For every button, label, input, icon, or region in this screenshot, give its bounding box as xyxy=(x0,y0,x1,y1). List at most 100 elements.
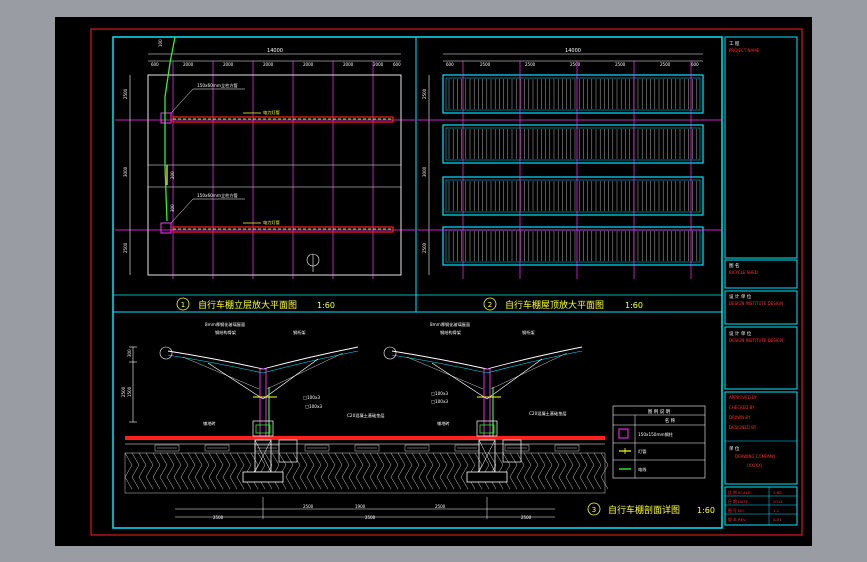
glass-panel xyxy=(442,74,704,114)
section-note: 钢结构骨架 xyxy=(215,329,236,336)
plan2-bay-dim: 2500 xyxy=(525,62,536,67)
tb-project-value: PROJECT NAME xyxy=(729,48,760,53)
section3-scale: 1:60 xyxy=(697,506,715,515)
plan1-bay-dim: 2000 xyxy=(343,62,354,67)
plan1-title: 1 自行车棚立层放大平面图 1:60 xyxy=(176,297,335,311)
section-note: 8mm厚钢化玻璃屋面 xyxy=(430,321,470,328)
legend-label: 电线 xyxy=(638,466,647,472)
plan1-bay-dim: 600 xyxy=(393,62,401,67)
tb-info-key: 日 期 DATE xyxy=(728,499,748,504)
section-note: 钢结构骨架 xyxy=(440,329,461,336)
legend-label: 灯管 xyxy=(638,448,646,455)
drawing-sheet: 14000 600 2000 2000 2000 2000 2000 2000 … xyxy=(55,17,812,546)
plan2-title: 2 自行车棚屋顶放大平面图 1:60 xyxy=(483,297,643,311)
plan1-side-dim: 3000 xyxy=(123,166,128,177)
ground-label: 铺地砖 xyxy=(203,420,216,427)
canopy-structure-left xyxy=(159,346,359,519)
tb-info-val: 2014 xyxy=(773,499,783,504)
plan2-bay-dim: 600 xyxy=(446,62,454,67)
plan2-overall-dim: 14000 xyxy=(565,48,581,54)
tb-sign-row: CHECKED BY xyxy=(729,405,755,410)
plan2-title-text: 自行车棚屋顶放大平面图 xyxy=(505,299,604,311)
legend-header: 名 称 xyxy=(665,417,676,424)
tb-sign-row: APPROVED BY xyxy=(729,395,758,400)
tb-company-sub: (XX/XX) xyxy=(747,463,763,468)
section-note: C20混凝土基础垫层 xyxy=(347,412,385,419)
frame-border xyxy=(112,36,723,529)
plan1-scale: 1:60 xyxy=(317,301,335,310)
tb-sign-row: DESIGNED BY xyxy=(729,425,757,430)
svg-text:2: 2 xyxy=(488,301,492,309)
plan1-bay-dim: 2000 xyxy=(263,62,274,67)
roof-glass-panels xyxy=(442,74,704,266)
plan1-pipe-note: 150x60mm立柱方管 xyxy=(197,192,238,199)
section-bottom-dim: 2500 xyxy=(303,504,314,509)
plan1-bay-dim: 600 xyxy=(151,62,159,67)
section-left-dim: 2500 xyxy=(121,386,126,397)
plan1-overall-dim: 14000 xyxy=(267,48,283,54)
plan2-bay-dim: 600 xyxy=(691,62,699,67)
tb-drawing-label: 图 名 xyxy=(729,262,739,269)
green-wire xyxy=(164,36,176,222)
tb-project-label: 工 程 xyxy=(729,40,740,47)
section-bottom-dim: 1900 xyxy=(355,504,366,509)
section3-title-text: 自行车棚剖面详图 xyxy=(608,504,680,516)
section-left-dim: 300 xyxy=(127,349,132,357)
section-note: □100x3 xyxy=(305,404,322,409)
section-note: C20混凝土基础垫层 xyxy=(529,410,567,417)
plan1-side-dim: 2500 xyxy=(123,242,128,253)
plan1-small-dim: 100 xyxy=(158,39,163,47)
tb-design-value: DESIGN INSTITUTE DESIGN xyxy=(729,301,783,306)
plan2-side-dim: 2500 xyxy=(422,88,427,99)
plan2-side-dim: 2500 xyxy=(422,242,427,253)
section-bottom-dim: 2500 xyxy=(213,515,224,520)
tb-company-value: DRAWING COMPANY xyxy=(735,454,776,459)
tb-design-label: 设 计 单 位 xyxy=(729,330,752,337)
tb-info-key: 图 号 NO. xyxy=(728,508,745,513)
plan1-small-dim: 200 xyxy=(170,171,175,179)
plan2-bay-dim: 2500 xyxy=(660,62,671,67)
plan1-side-dim: 2500 xyxy=(123,88,128,99)
tb-info-val: 1-1 xyxy=(773,508,780,513)
plan1-bay-dim: 2000 xyxy=(223,62,234,67)
column-square-icon xyxy=(618,428,629,439)
section-note: 钢桁架 xyxy=(522,329,535,336)
plan-2-roof: 14000 600 2500 2500 2500 2500 2500 600 2… xyxy=(417,48,722,279)
plan-1-floor: 14000 600 2000 2000 2000 2000 2000 2000 … xyxy=(115,36,415,279)
section-bottom-dim: 2500 xyxy=(521,515,532,520)
outer-border xyxy=(90,28,803,536)
tb-design-label: 设 计 单 位 xyxy=(729,293,752,300)
section-note: □100x3 xyxy=(431,391,448,396)
plan2-scale: 1:60 xyxy=(625,301,643,310)
plan1-pipe-note: 150x60mm立柱方管 xyxy=(197,82,238,89)
tb-drawing-value: BICYCLE SHED xyxy=(729,270,758,275)
section-bottom-dim: 2500 xyxy=(435,504,446,509)
tb-company-label: 单 位 xyxy=(729,445,740,452)
tb-info-key: 版 本 REV. xyxy=(728,517,746,522)
glass-panel xyxy=(442,124,704,164)
glass-panel xyxy=(442,226,704,266)
plan1-title-text: 自行车棚立层放大平面图 xyxy=(198,299,297,311)
legend-label: 150x150mm钢柱 xyxy=(638,431,674,438)
tb-design-value: DESIGN INSTITUTE DESIGN xyxy=(729,338,783,343)
svg-text:1: 1 xyxy=(181,301,185,309)
section-left-dim: 1500 xyxy=(127,386,132,397)
cad-drawing: 14000 600 2000 2000 2000 2000 2000 2000 … xyxy=(90,28,803,536)
section3-title: 3 自行车棚剖面详图 1:60 xyxy=(587,502,715,516)
soil-labels xyxy=(154,444,580,452)
column-square-icon xyxy=(160,222,172,234)
plan2-bay-dim: 2500 xyxy=(615,62,626,67)
tb-sign-row: DRAWN BY xyxy=(729,415,751,420)
section-3-detail: 300 1500 2500 8mm厚钢化玻璃屋面 钢结构骨架 钢桁架 8mm厚钢… xyxy=(121,321,609,520)
plan1-lamp-note: 电力灯管 xyxy=(263,219,280,226)
title-block: 工 程 PROJECT NAME 图 名 BICYCLE SHED 设 计 单 … xyxy=(724,36,798,526)
steel-column xyxy=(259,368,267,437)
tb-info-val: 1:60 xyxy=(773,490,782,495)
ground-label: 铺地砖 xyxy=(437,420,450,427)
section-note: 8mm厚钢化玻璃屋面 xyxy=(205,321,245,328)
soil-hatch xyxy=(124,452,606,494)
legend-table: 图 例 说 明 名 称 150x150mm钢柱 灯管 电线 xyxy=(612,405,706,479)
canopy-structure-right xyxy=(383,346,583,519)
tb-info-key: 比 例 SCALE xyxy=(728,490,751,495)
plan2-bay-dim: 2500 xyxy=(570,62,581,67)
